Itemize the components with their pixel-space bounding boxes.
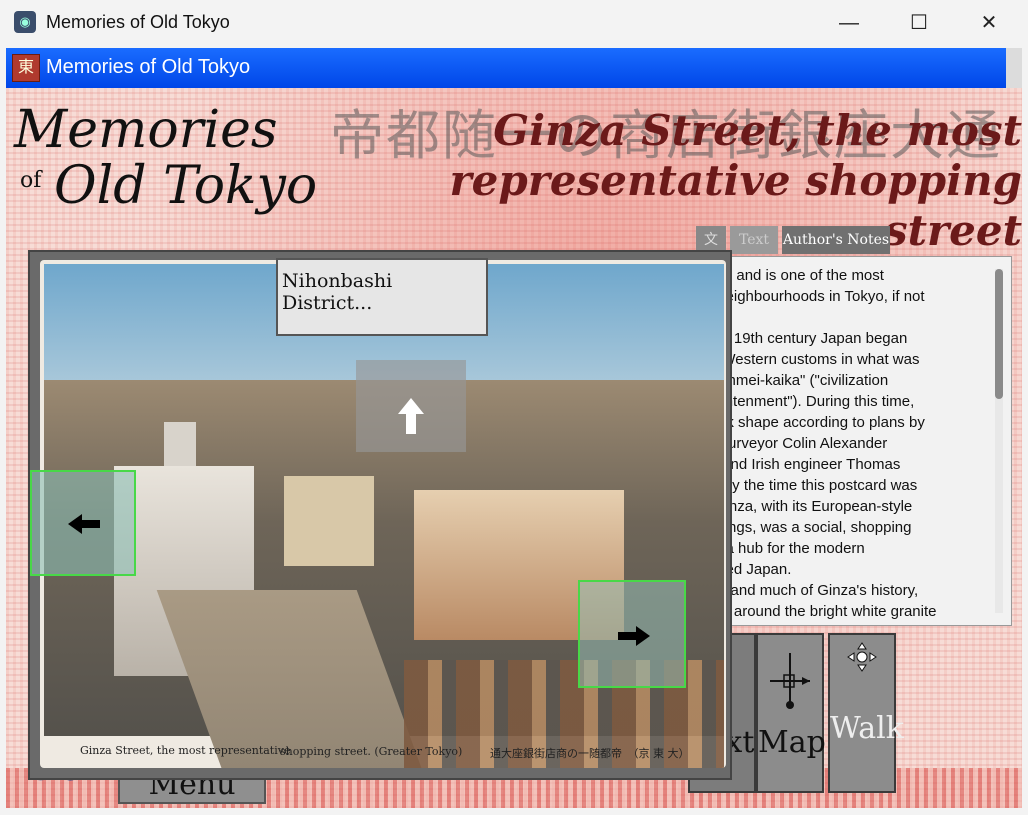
postcard-photo: Ginza Street, the most representative sh… (40, 260, 726, 768)
notes-text: a was and is one of the most ale neighbo… (693, 267, 937, 620)
app-logo-icon: 東 (12, 54, 40, 82)
nav-left-button[interactable] (30, 470, 136, 576)
close-button[interactable]: ✕ (966, 8, 1012, 38)
postcard-caption: Ginza Street, the most representative sh… (40, 740, 726, 768)
tab-authors-notes[interactable]: Author's Notes (782, 226, 890, 254)
app-title: Memories of Old Tokyo (46, 56, 251, 78)
app-icon: ◉ (14, 11, 36, 33)
titlebar-scrollbar[interactable] (1006, 48, 1022, 88)
tab-text[interactable]: Text (730, 226, 778, 254)
notes-scroll-thumb[interactable] (995, 269, 1003, 399)
walk-button[interactable]: Walk (828, 633, 904, 793)
district-label[interactable]: Nihonbashi District... (276, 258, 488, 336)
walk-button-label: Walk (830, 711, 904, 746)
logo-old-tokyo: Old Tokyo (54, 156, 318, 216)
arrow-up-icon (398, 398, 424, 434)
caption-left: Ginza Street, the most representative (80, 744, 291, 757)
postcard-viewer: Ginza Street, the most representative sh… (28, 250, 732, 780)
nav-forward-button[interactable] (356, 360, 466, 452)
logo-memories: Memories (14, 100, 278, 160)
maximize-icon: ☐ (910, 12, 928, 34)
map-button-label: Map (758, 725, 826, 760)
arrow-left-icon (68, 514, 100, 534)
map-compass-icon (770, 653, 810, 709)
nav-right-button[interactable] (578, 580, 686, 688)
app-titlebar: 東 Memories of Old Tokyo (6, 48, 1022, 88)
window-title: Memories of Old Tokyo (46, 12, 230, 32)
minimize-button[interactable]: — (826, 8, 872, 38)
logo-of: of (20, 168, 42, 193)
arrow-right-icon (618, 626, 650, 646)
minimize-icon: — (839, 12, 859, 34)
os-titlebar: ◉ Memories of Old Tokyo — ☐ ✕ (0, 0, 1028, 46)
heading-english: Ginza Street, the most representative sh… (449, 106, 1022, 255)
walk-move-icon (847, 642, 877, 672)
app-window: 東 Memories of Old Tokyo Memories of Old … (6, 48, 1022, 808)
building-center (284, 476, 374, 566)
notes-scrollbar[interactable] (995, 269, 1003, 613)
maximize-button[interactable]: ☐ (896, 8, 942, 38)
caption-right: 通大座銀街店商の一随都帝 （京 東 大） (490, 747, 690, 760)
caption-mid: shopping street. (Greater Tokyo) (280, 745, 463, 758)
notes-panel: a was and is one of the most ale neighbo… (692, 256, 1012, 626)
close-icon: ✕ (980, 12, 998, 34)
map-button[interactable]: Map (756, 633, 826, 793)
